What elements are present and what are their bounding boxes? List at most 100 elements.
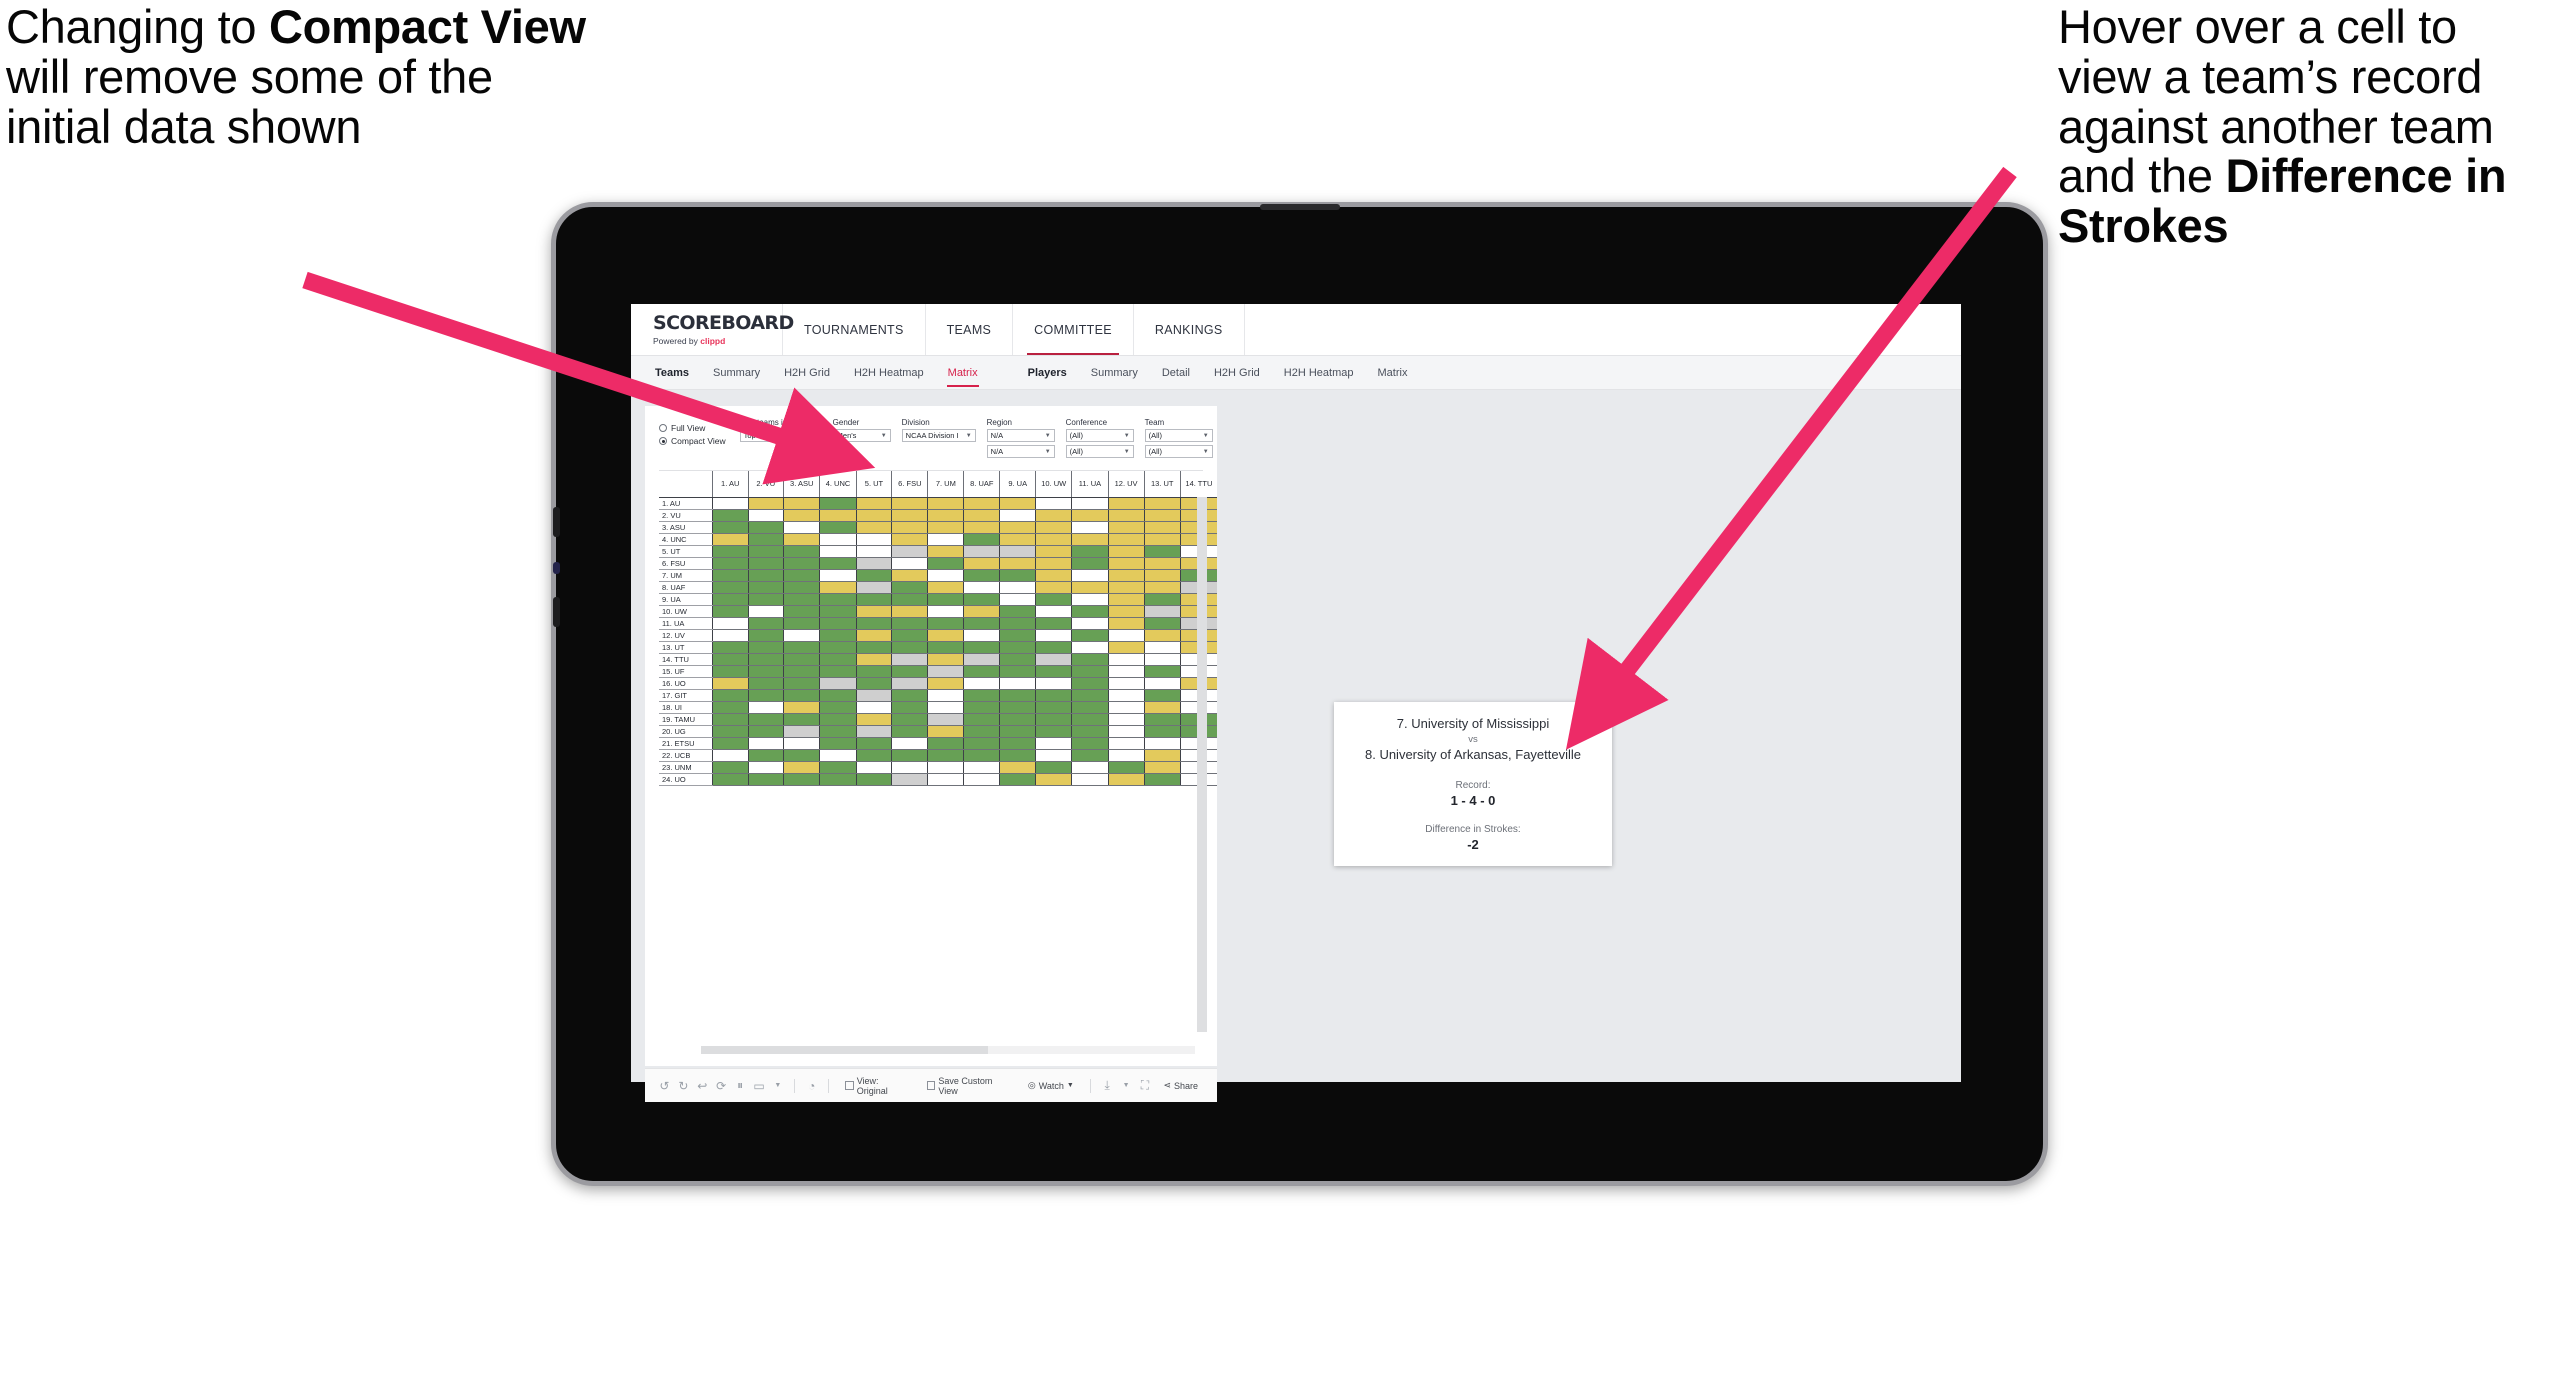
matrix-cell[interactable] — [711, 533, 748, 546]
matrix-cell[interactable] — [711, 593, 748, 606]
matrix-cell[interactable] — [963, 569, 1000, 582]
subnav-item-players-matrix[interactable]: Matrix — [1366, 356, 1420, 389]
matrix-cell[interactable] — [819, 605, 857, 618]
matrix-cell[interactable] — [1143, 581, 1181, 594]
matrix-cell[interactable] — [819, 749, 857, 762]
matrix-cell[interactable] — [963, 533, 1000, 546]
topnav-item-committee[interactable]: COMMITTEE — [1013, 304, 1134, 355]
matrix-cell[interactable] — [963, 557, 1000, 570]
matrix-cell[interactable] — [999, 749, 1036, 762]
matrix-cell[interactable] — [747, 509, 784, 522]
matrix-cell[interactable] — [1035, 497, 1072, 510]
matrix-cell[interactable] — [999, 593, 1036, 606]
matrix-cell[interactable] — [927, 677, 964, 690]
matrix-cell[interactable] — [819, 521, 857, 534]
matrix-cell[interactable] — [891, 593, 928, 606]
matrix-cell[interactable] — [1071, 701, 1109, 714]
matrix-cell[interactable] — [855, 761, 892, 774]
matrix-cell[interactable] — [819, 677, 857, 690]
matrix-cell[interactable] — [1071, 653, 1109, 666]
matrix-cell[interactable] — [711, 713, 748, 726]
matrix-cell[interactable] — [963, 509, 1000, 522]
matrix-cell[interactable] — [1071, 593, 1109, 606]
topnav-item-rankings[interactable]: RANKINGS — [1134, 304, 1245, 355]
matrix-cell[interactable] — [1035, 617, 1072, 630]
matrix-cell[interactable] — [891, 641, 928, 654]
matrix-cell[interactable] — [747, 629, 784, 642]
subnav-item-players-h2h-heatmap[interactable]: H2H Heatmap — [1272, 356, 1366, 389]
matrix-cell[interactable] — [711, 701, 748, 714]
radio-full-view[interactable]: Full View — [659, 423, 726, 433]
matrix-cell[interactable] — [1107, 737, 1145, 750]
matrix-cell[interactable] — [747, 773, 784, 786]
matrix-cell[interactable] — [819, 725, 857, 738]
matrix-cell[interactable] — [963, 617, 1000, 630]
matrix-cell[interactable] — [855, 677, 892, 690]
matrix-cell[interactable] — [927, 497, 964, 510]
matrix-cell[interactable] — [819, 617, 857, 630]
matrix-cell[interactable] — [1143, 509, 1181, 522]
matrix-cell[interactable] — [927, 557, 964, 570]
matrix-cell[interactable] — [927, 521, 964, 534]
matrix-cell[interactable] — [999, 569, 1036, 582]
pause-icon[interactable]: ⏸ — [731, 1078, 750, 1093]
subnav-item-players-detail[interactable]: Detail — [1150, 356, 1202, 389]
matrix-cell[interactable] — [1107, 641, 1145, 654]
matrix-cell[interactable] — [1143, 593, 1181, 606]
matrix-cell[interactable] — [855, 533, 892, 546]
watch-button[interactable]: ◎ Watch ▼ — [1028, 1080, 1074, 1091]
matrix-cell[interactable] — [891, 581, 928, 594]
matrix-cell[interactable] — [819, 761, 857, 774]
matrix-cell[interactable] — [1071, 605, 1109, 618]
matrix-cell[interactable] — [1071, 725, 1109, 738]
matrix-cell[interactable] — [963, 689, 1000, 702]
matrix-cell[interactable] — [711, 617, 748, 630]
matrix-cell[interactable] — [747, 533, 784, 546]
matrix-cell[interactable] — [1107, 713, 1145, 726]
loop-icon[interactable]: ▭ — [750, 1079, 769, 1093]
alerts-icon[interactable]: ◔ — [802, 1079, 821, 1093]
matrix-cell[interactable] — [1143, 749, 1181, 762]
matrix-cell[interactable] — [891, 557, 928, 570]
matrix-cell[interactable] — [1143, 641, 1181, 654]
matrix-cell[interactable] — [711, 605, 748, 618]
matrix-cell[interactable] — [711, 749, 748, 762]
matrix-cell[interactable] — [1107, 545, 1145, 558]
matrix-cell[interactable] — [1071, 677, 1109, 690]
matrix-cell[interactable] — [927, 725, 964, 738]
matrix-cell[interactable] — [783, 749, 820, 762]
matrix-cell[interactable] — [963, 665, 1000, 678]
matrix-cell[interactable] — [783, 593, 820, 606]
matrix-cell[interactable] — [1143, 725, 1181, 738]
matrix-cell[interactable] — [855, 773, 892, 786]
matrix-cell[interactable] — [855, 557, 892, 570]
matrix-cell[interactable] — [1143, 677, 1181, 690]
matrix-cell[interactable] — [1071, 761, 1109, 774]
matrix-cell[interactable] — [783, 653, 820, 666]
matrix-cell[interactable] — [747, 653, 784, 666]
matrix-cell[interactable] — [711, 509, 748, 522]
matrix-cell[interactable] — [1143, 617, 1181, 630]
matrix-cell[interactable] — [1143, 569, 1181, 582]
matrix-cell[interactable] — [1107, 677, 1145, 690]
matrix-cell[interactable] — [891, 689, 928, 702]
matrix-cell[interactable] — [1143, 665, 1181, 678]
matrix-cell[interactable] — [891, 653, 928, 666]
matrix-cell[interactable] — [1107, 569, 1145, 582]
matrix-cell[interactable] — [855, 545, 892, 558]
matrix-cell[interactable] — [711, 653, 748, 666]
matrix-cell[interactable] — [891, 533, 928, 546]
matrix-cell[interactable] — [747, 605, 784, 618]
matrix-cell[interactable] — [1143, 497, 1181, 510]
matrix-cell[interactable] — [1107, 725, 1145, 738]
matrix-cell[interactable] — [1071, 521, 1109, 534]
matrix-cell[interactable] — [1035, 629, 1072, 642]
matrix-cell[interactable] — [1035, 737, 1072, 750]
matrix-cell[interactable] — [855, 509, 892, 522]
matrix-cell[interactable] — [1143, 737, 1181, 750]
matrix-cell[interactable] — [1143, 545, 1181, 558]
share-button[interactable]: ⋖ Share — [1163, 1080, 1198, 1091]
matrix-cell[interactable] — [1107, 629, 1145, 642]
matrix-cell[interactable] — [855, 521, 892, 534]
matrix-cell[interactable] — [999, 617, 1036, 630]
